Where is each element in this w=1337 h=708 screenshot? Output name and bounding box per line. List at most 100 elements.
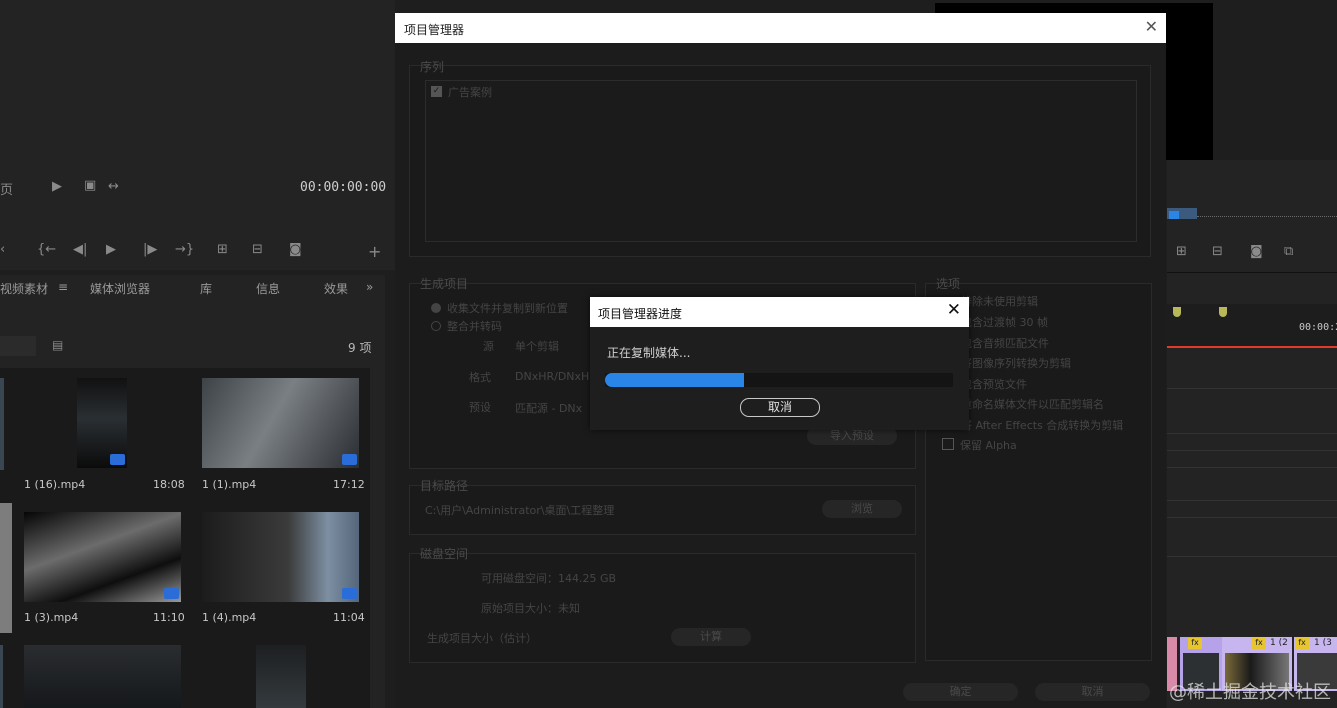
result-size-label: 生成项目大小（估计）: [427, 632, 537, 645]
play-icon[interactable]: ▶: [106, 242, 116, 257]
sequence-item-label: 广告案例: [448, 86, 492, 99]
progress-cancel-button[interactable]: 取消: [740, 398, 820, 417]
clip-label: 1 (3: [1314, 638, 1332, 648]
extract-icon[interactable]: ⊟: [1212, 244, 1223, 259]
watermark: @稀土掘金技术社区: [1169, 682, 1331, 703]
clip-duration: 11:10: [153, 611, 185, 624]
tab-library[interactable]: 库: [200, 280, 212, 297]
progress-status: 正在复制媒体...: [607, 346, 691, 360]
go-out-icon[interactable]: →}: [175, 242, 194, 257]
clip-name: 1 (16).mp4: [24, 478, 86, 491]
step-back-icon[interactable]: ◀|: [73, 242, 87, 257]
sequence-label: 序列: [420, 60, 445, 74]
marker-icon[interactable]: [1219, 307, 1227, 317]
browse-button[interactable]: 浏览: [822, 500, 902, 518]
monitor-scrubber[interactable]: [1167, 203, 1337, 221]
comparison-icon[interactable]: ⧉: [1284, 244, 1293, 259]
preset-select[interactable]: 匹配源 - DNx: [515, 400, 582, 416]
lift-icon[interactable]: ⊞: [1176, 244, 1187, 259]
option-exclude-unused[interactable]: 排除未使用剪辑: [961, 293, 1038, 309]
option-preserve-alpha: 保留 Alpha: [960, 439, 1017, 452]
go-in-icon[interactable]: {←: [37, 242, 56, 257]
original-size: 原始项目大小：未知: [481, 602, 580, 615]
camera-icon[interactable]: ◙: [1250, 244, 1263, 259]
clip-thumbnail[interactable]: [24, 645, 181, 708]
video-badge-icon: [342, 454, 357, 465]
destination-label: 目标路径: [420, 479, 469, 493]
preserve-alpha-checkbox[interactable]: [942, 438, 954, 450]
option-preview-files[interactable]: 包含预览文件: [961, 376, 1027, 392]
tab-info[interactable]: 信息: [256, 280, 280, 297]
play-small-icon[interactable]: ▶: [52, 179, 62, 194]
playhead-marker[interactable]: [1169, 211, 1179, 219]
menu-icon[interactable]: ≡: [58, 280, 68, 294]
fx-badge: fx: [1188, 638, 1202, 649]
format-select[interactable]: DNxHR/DNxHD: [515, 370, 598, 383]
overwrite-clip-icon[interactable]: ⊟: [252, 242, 263, 257]
option-image-sequence[interactable]: 将图像序列转换为剪辑: [961, 355, 1071, 371]
tab-effects[interactable]: 效果: [324, 280, 348, 297]
clip-label: 1 (2: [1270, 638, 1288, 648]
calculate-button[interactable]: 计算: [671, 628, 751, 646]
timeline-ruler[interactable]: 00:00:2: [1167, 304, 1337, 348]
progress-bar: [605, 373, 953, 387]
progress-titlebar: 项目管理器进度 ✕: [590, 297, 969, 327]
source-label: 源: [483, 340, 494, 353]
option-audio-conform[interactable]: 包含音频匹配文件: [961, 335, 1049, 351]
progress-dialog: 项目管理器进度 ✕ 正在复制媒体... 取消: [590, 297, 969, 430]
timeline-panel: [1167, 160, 1337, 708]
option-ae-convert[interactable]: 将 After Effects 合成转换为剪辑: [961, 417, 1123, 433]
search-input[interactable]: [0, 336, 36, 356]
tab-media-browser[interactable]: 媒体浏览器: [90, 280, 150, 297]
page-fragment: 页: [0, 183, 14, 198]
source-monitor: [0, 0, 395, 270]
clip-thumbnail[interactable]: [24, 512, 181, 602]
video-badge-icon: [164, 588, 179, 599]
video-badge-icon: [342, 588, 357, 599]
fx-badge: fx: [1295, 638, 1309, 649]
insert-clip-icon[interactable]: ⊞: [217, 242, 228, 257]
radio-collect[interactable]: [431, 303, 441, 313]
cancel-button[interactable]: 取消: [1035, 683, 1150, 701]
marker-icon[interactable]: [1173, 307, 1181, 317]
monitor-timecode: 00:00:00:00: [300, 180, 387, 195]
clip-duration: 17:12: [333, 478, 365, 491]
progress-title: 项目管理器进度: [598, 307, 683, 321]
clip-thumbnail[interactable]: [77, 378, 127, 468]
transport-controls: ‹ {← ◀| ▶ |▶ →} ⊞ ⊟ ◙ +: [0, 242, 390, 262]
option-consolidate-label: 整合并转码: [447, 320, 502, 333]
selected-clip-thumbnail[interactable]: [0, 503, 12, 633]
camera-icon[interactable]: ◙: [289, 242, 302, 257]
panel-tabs: 视频素材 ≡ 媒体浏览器 库 信息 效果 »: [0, 278, 385, 300]
clip-thumbnail[interactable]: [256, 645, 306, 708]
option-collect-label: 收集文件并复制到新位置: [447, 302, 568, 315]
radio-consolidate[interactable]: [431, 321, 441, 331]
option-rename-media[interactable]: 重命名媒体文件以匹配剪辑名: [961, 396, 1104, 412]
source-select[interactable]: 单个剪辑: [515, 338, 559, 354]
work-area-bar[interactable]: [1167, 346, 1337, 348]
clip-thumbnail[interactable]: [0, 378, 4, 470]
close-icon[interactable]: ✕: [1145, 17, 1158, 36]
dialog-title: 项目管理器: [404, 23, 465, 37]
insert-icon[interactable]: ▣: [84, 178, 96, 193]
settings-icon[interactable]: ↔: [108, 179, 119, 194]
clip-thumbnail[interactable]: [202, 378, 359, 468]
sequence-list: ✓ 广告案例: [425, 80, 1137, 242]
new-bin-icon[interactable]: ▤: [52, 338, 63, 352]
items-count: 9 项: [348, 341, 372, 355]
add-button-icon[interactable]: +: [368, 242, 381, 261]
dialog-titlebar: 项目管理器 ✕: [395, 13, 1166, 43]
clip-thumbnail[interactable]: [0, 645, 3, 708]
more-tabs-icon[interactable]: »: [366, 280, 373, 294]
sequence-checkbox[interactable]: ✓: [431, 86, 442, 97]
tab-project-media[interactable]: 视频素材: [0, 280, 48, 297]
step-forward-icon[interactable]: |▶: [143, 242, 157, 257]
close-icon[interactable]: ✕: [947, 300, 961, 320]
disk-space-label: 磁盘空间: [420, 547, 469, 561]
clip-duration: 11:04: [333, 611, 365, 624]
ok-button[interactable]: 确定: [903, 683, 1018, 701]
clip-thumbnail[interactable]: [202, 512, 359, 602]
step-marker-icon[interactable]: ‹: [0, 242, 5, 257]
options-label: 选项: [936, 277, 961, 291]
option-handles[interactable]: 包含过渡帧 30 帧: [961, 314, 1048, 330]
